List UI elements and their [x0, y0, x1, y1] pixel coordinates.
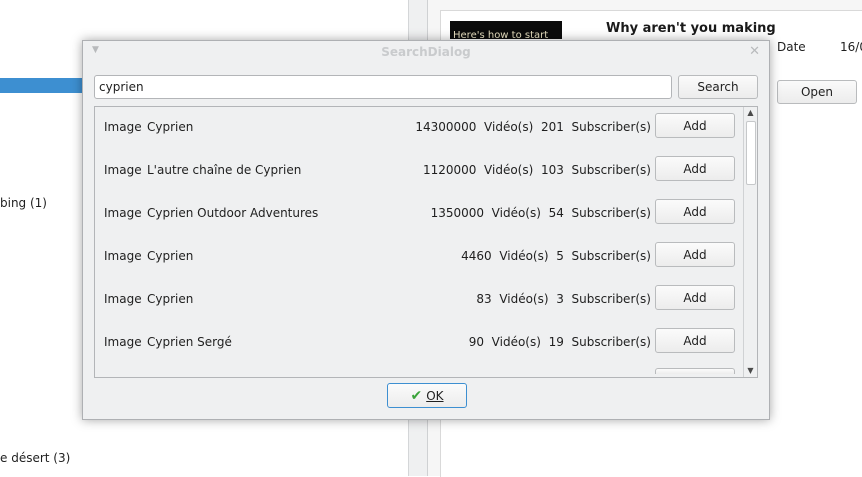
- subscriber-count: 201: [540, 120, 564, 134]
- channel-stats: 1350000 Vidéo(s) 54 Subscriber(s): [431, 206, 651, 220]
- channel-stats: 14300000 Vidéo(s) 201 Subscriber(s): [415, 120, 651, 134]
- subscriber-count-label: Subscriber(s): [571, 120, 651, 134]
- video-count-label: Vidéo(s): [484, 120, 534, 134]
- subscriber-count-label: Subscriber(s): [571, 163, 651, 177]
- subscriber-count-label: Subscriber(s): [571, 249, 651, 263]
- video-count: 1120000: [422, 163, 477, 177]
- video-count-label: Vidéo(s): [499, 249, 549, 263]
- tree-selection-highlight[interactable]: [0, 78, 82, 93]
- result-row: Image Cyprien Sergé 90 Vidéo(s) 19 Subsc…: [95, 322, 745, 365]
- channel-thumbnail: Image: [104, 206, 142, 220]
- close-icon[interactable]: ✕: [749, 44, 760, 59]
- channel-stats: 4460 Vidéo(s) 5 Subscriber(s): [461, 249, 651, 263]
- channel-stats: 90 Vidéo(s) 19 Subscriber(s): [469, 335, 651, 349]
- result-row: Image Cyprien Outdoor Adventures 1350000…: [95, 193, 745, 236]
- video-count: 1350000: [430, 206, 485, 220]
- video-count: 14300000: [415, 120, 477, 134]
- subscriber-count-label: Subscriber(s): [571, 206, 651, 220]
- search-button[interactable]: Search: [678, 75, 758, 99]
- video-count-label: Vidéo(s): [491, 206, 541, 220]
- subscriber-count: 103: [540, 163, 564, 177]
- video-count: 4460: [461, 249, 492, 263]
- channel-name: Cyprien: [147, 292, 194, 306]
- result-row: Image Cyprien 83 Vidéo(s) 3 Subscriber(s…: [95, 279, 745, 322]
- tree-item[interactable]: e désert (3): [0, 451, 70, 465]
- results-rows: Image Cyprien 14300000 Vidéo(s) 201 Subs…: [95, 107, 745, 377]
- scrollbar-thumb[interactable]: [746, 121, 756, 185]
- search-dialog: ▼ SearchDialog ✕ Search Image Cyprien 14…: [82, 40, 770, 420]
- add-channel-button[interactable]: Add: [655, 242, 735, 267]
- checkmark-icon: ✔: [410, 387, 423, 404]
- search-input[interactable]: [94, 75, 672, 99]
- add-channel-button[interactable]: Add: [655, 199, 735, 224]
- subscriber-count: 3: [556, 292, 564, 306]
- channel-thumbnail: Image: [104, 292, 142, 306]
- result-row: Image L'autre chaîne de Cyprien 1120000 …: [95, 150, 745, 193]
- channel-stats: 83 Vidéo(s) 3 Subscriber(s): [476, 292, 651, 306]
- channel-name: Cyprien: [147, 249, 194, 263]
- result-row: Image Cyprien 14300000 Vidéo(s) 201 Subs…: [95, 107, 745, 150]
- result-row-partial: [95, 365, 745, 377]
- ok-button[interactable]: ✔ OK: [387, 383, 467, 408]
- channel-name: Cyprien Sergé: [147, 335, 232, 349]
- video-thumbnail-text: Here's how to start: [453, 30, 549, 39]
- video-count: 83: [476, 292, 492, 306]
- add-channel-button[interactable]: Add: [655, 113, 735, 138]
- video-count-label: Vidéo(s): [499, 292, 549, 306]
- video-thumbnail[interactable]: Here's how to start: [450, 21, 562, 39]
- subscriber-count-label: Subscriber(s): [571, 292, 651, 306]
- channel-thumbnail: Image: [104, 335, 142, 349]
- subscriber-count: 5: [556, 249, 564, 263]
- date-label: Date: [777, 40, 806, 54]
- channel-thumbnail: Image: [104, 163, 142, 177]
- channel-name: L'autre chaîne de Cyprien: [147, 163, 302, 177]
- scroll-down-arrow-icon[interactable]: ▼: [744, 365, 757, 377]
- video-count: 90: [468, 335, 485, 349]
- channel-stats: 1120000 Vidéo(s) 103 Subscriber(s): [423, 163, 651, 177]
- result-row: Image Cyprien 4460 Vidéo(s) 5 Subscriber…: [95, 236, 745, 279]
- channel-name: Cyprien Outdoor Adventures: [147, 206, 319, 220]
- video-title: Why aren't you making: [606, 21, 776, 36]
- date-value: 16/0: [840, 40, 862, 54]
- dialog-title: SearchDialog: [381, 45, 471, 59]
- channel-thumbnail: Image: [104, 249, 142, 263]
- open-button[interactable]: Open: [777, 80, 857, 104]
- subscriber-count: 54: [548, 206, 564, 220]
- subscriber-count-label: Subscriber(s): [571, 335, 651, 349]
- tree-item[interactable]: bing (1): [0, 196, 47, 210]
- results-list: Image Cyprien 14300000 Vidéo(s) 201 Subs…: [94, 106, 758, 378]
- ok-label: OK: [426, 388, 444, 403]
- channel-thumbnail: Image: [104, 120, 142, 134]
- add-channel-button[interactable]: Add: [655, 328, 735, 353]
- channel-name: Cyprien: [147, 120, 194, 134]
- subscriber-count: 19: [548, 335, 564, 349]
- dialog-titlebar[interactable]: ▼ SearchDialog ✕: [83, 41, 769, 65]
- scroll-up-arrow-icon[interactable]: ▲: [744, 107, 757, 119]
- video-count-label: Vidéo(s): [484, 163, 534, 177]
- add-channel-button[interactable]: Add: [655, 285, 735, 310]
- results-scrollbar[interactable]: ▲ ▼: [743, 107, 757, 377]
- add-channel-button[interactable]: Add: [655, 156, 735, 181]
- video-count-label: Vidéo(s): [491, 335, 541, 349]
- add-channel-button[interactable]: [655, 368, 735, 374]
